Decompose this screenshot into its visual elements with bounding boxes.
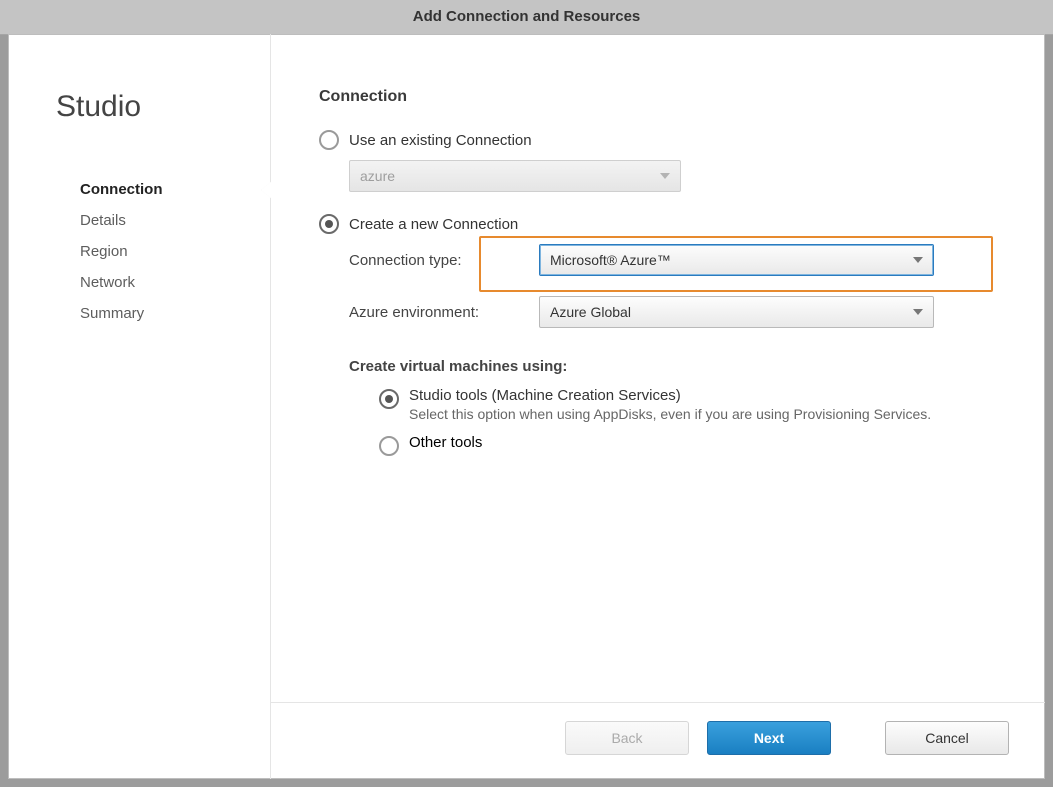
radio-use-existing-label: Use an existing Connection bbox=[349, 132, 532, 149]
azure-env-label: Azure environment: bbox=[349, 304, 539, 321]
step-list: Connection Details Region Network Summar… bbox=[8, 174, 270, 329]
radio-icon bbox=[319, 214, 339, 234]
next-button[interactable]: Next bbox=[707, 721, 831, 755]
studio-tools-desc: Select this option when using AppDisks, … bbox=[409, 406, 931, 422]
wizard-window: Add Connection and Resources Studio Conn… bbox=[0, 0, 1053, 787]
vm-section-title: Create virtual machines using: bbox=[349, 358, 1009, 375]
connection-page: Connection Use an existing Connection az… bbox=[271, 34, 1045, 702]
radio-icon bbox=[379, 436, 399, 456]
studio-tools-label: Studio tools (Machine Creation Services) bbox=[409, 387, 681, 404]
existing-connection-value: azure bbox=[360, 168, 395, 184]
radio-icon bbox=[379, 389, 399, 409]
wizard-card: Studio Connection Details Region Network… bbox=[8, 34, 1045, 779]
connection-type-select[interactable]: Microsoft® Azure™ bbox=[539, 244, 934, 276]
existing-connection-select: azure bbox=[349, 160, 681, 192]
azure-env-select[interactable]: Azure Global bbox=[539, 296, 934, 328]
radio-create-new-label: Create a new Connection bbox=[349, 216, 518, 233]
step-network[interactable]: Network bbox=[8, 267, 270, 298]
wizard-main: Connection Use an existing Connection az… bbox=[271, 34, 1045, 779]
back-button: Back bbox=[565, 721, 689, 755]
cancel-button[interactable]: Cancel bbox=[885, 721, 1009, 755]
wizard-sidebar: Studio Connection Details Region Network… bbox=[8, 34, 271, 779]
connection-type-label: Connection type: bbox=[349, 252, 539, 269]
wizard-footer: Back Next Cancel bbox=[271, 702, 1045, 779]
connection-type-value: Microsoft® Azure™ bbox=[550, 252, 671, 268]
step-details[interactable]: Details bbox=[8, 205, 270, 236]
connection-type-row: Connection type: Microsoft® Azure™ bbox=[349, 244, 1009, 276]
step-connection[interactable]: Connection bbox=[8, 174, 270, 205]
window-title: Add Connection and Resources bbox=[0, 0, 1053, 35]
azure-env-value: Azure Global bbox=[550, 304, 631, 320]
page-title: Connection bbox=[319, 88, 1009, 106]
studio-tools-text: Studio tools (Machine Creation Services)… bbox=[409, 387, 931, 422]
radio-use-existing[interactable]: Use an existing Connection bbox=[319, 130, 1009, 150]
radio-other-tools[interactable]: Other tools bbox=[379, 434, 1009, 456]
studio-brand: Studio bbox=[8, 90, 270, 174]
chevron-down-icon bbox=[913, 309, 923, 315]
chevron-down-icon bbox=[913, 257, 923, 263]
chevron-down-icon bbox=[660, 173, 670, 179]
azure-env-row: Azure environment: Azure Global bbox=[349, 296, 1009, 328]
radio-icon bbox=[319, 130, 339, 150]
radio-studio-tools[interactable]: Studio tools (Machine Creation Services)… bbox=[379, 387, 1009, 422]
step-region[interactable]: Region bbox=[8, 236, 270, 267]
other-tools-label: Other tools bbox=[409, 434, 482, 451]
radio-create-new[interactable]: Create a new Connection bbox=[319, 214, 1009, 234]
step-summary[interactable]: Summary bbox=[8, 298, 270, 329]
